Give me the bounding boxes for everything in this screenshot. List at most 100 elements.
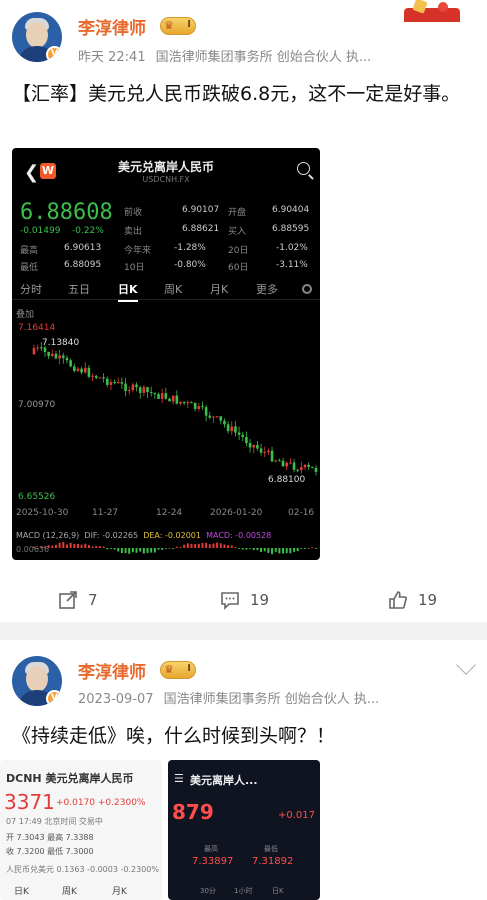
macd-bar: [150, 548, 153, 553]
x-date: 11-27: [92, 508, 119, 518]
x-date: 2026-01-20: [210, 508, 263, 518]
candle-body: [281, 460, 285, 467]
macd-bar: [131, 548, 134, 553]
username[interactable]: 李淳律师: [78, 658, 146, 683]
macd-bar: [62, 542, 65, 548]
candle-body: [248, 442, 252, 448]
comment-button[interactable]: 19: [220, 586, 269, 614]
user-bio: 国浩律师集团事务所 创始合伙人 执...: [163, 692, 380, 707]
candle-body: [168, 398, 171, 402]
candle-body: [142, 387, 146, 393]
candle-body: [219, 416, 223, 421]
thumb-lo-label: 最低: [264, 845, 278, 853]
candle-body: [127, 390, 131, 392]
x-date: 12-24: [156, 508, 183, 518]
thumb-title: DCNH 美元兑离岸人民币: [6, 772, 134, 785]
candle-body: [124, 383, 127, 392]
crown-icon: ♛: [164, 19, 174, 32]
candle-body: [245, 437, 248, 443]
thumb-title: 美元离岸人...: [190, 774, 258, 787]
macd-bar: [58, 542, 61, 548]
member-level-badge[interactable]: ♛ I: [160, 661, 196, 679]
macd-bar: [282, 548, 285, 554]
macd-bar: [234, 547, 237, 548]
thumb-tab: 周K: [62, 887, 77, 897]
crown-icon: ♛: [164, 663, 174, 676]
candle-body: [105, 378, 109, 385]
member-level-badge[interactable]: ♛ I: [160, 17, 196, 35]
avatar[interactable]: V: [12, 12, 62, 62]
candle-body: [223, 420, 226, 425]
candle-body: [120, 382, 124, 384]
user-bio: 国浩律师集团事务所 创始合伙人 执...: [155, 50, 372, 65]
macd-bar: [179, 547, 182, 549]
candle-body: [296, 469, 299, 471]
macd-bar: [80, 544, 83, 548]
macd-bar: [201, 542, 204, 548]
macd-bar: [153, 548, 156, 553]
macd-bar: [238, 548, 241, 549]
x-date: 2025-10-30: [16, 508, 69, 518]
candle-body: [157, 394, 160, 399]
macd-bar: [208, 544, 211, 548]
macd-bar: [98, 546, 101, 548]
post-time: 昨天 22:41: [78, 50, 146, 65]
macd-bar: [230, 545, 233, 548]
thumb-tab: 1小时: [234, 887, 253, 895]
macd-bar: [186, 543, 189, 548]
festive-decoration-icon: [402, 0, 462, 26]
candle-body: [193, 402, 197, 410]
macd-bar: [161, 548, 164, 550]
candle-body: [47, 352, 50, 356]
repost-button[interactable]: 7: [58, 586, 98, 614]
candle-body: [76, 368, 80, 371]
candle-body: [131, 384, 135, 391]
post-meta: 2023-09-07 国浩律师集团事务所 创始合伙人 执...: [78, 688, 389, 707]
macd-bar: [190, 543, 193, 548]
thumb-row: 收 7.3200 最低 7.3000: [6, 847, 94, 856]
menu-icon: ☰: [174, 772, 184, 785]
macd-value: MACD: -0.00528: [206, 531, 272, 540]
candle-body: [54, 353, 58, 359]
candle-body: [215, 416, 219, 418]
macd-bar: [124, 548, 127, 554]
price-label-mid: 7.00970: [18, 400, 56, 410]
macd-bar: [245, 548, 248, 550]
comment-count: 19: [250, 591, 270, 609]
macd-bar: [128, 548, 131, 554]
candle-body: [102, 377, 105, 379]
thumb-price: 879: [172, 800, 214, 824]
candle-body: [182, 401, 186, 404]
stock-screenshot-image[interactable]: ❮ W 美元兑离岸人民币 USDCNH.FX 6.88608 -0.01499 …: [12, 148, 320, 560]
candle-body: [252, 444, 256, 448]
like-button[interactable]: 19: [388, 586, 437, 614]
macd-bar: [76, 543, 79, 548]
post-image-thumbnail[interactable]: DCNH 美元兑离岸人民币 3371 +0.0170 +0.2300% 07 1…: [0, 760, 162, 900]
macd-bar: [175, 546, 178, 548]
candle-body: [149, 392, 153, 394]
candle-body: [292, 462, 296, 470]
chevron-down-icon[interactable]: [456, 655, 476, 675]
candle-body: [113, 382, 116, 384]
macd-bar: [205, 542, 208, 548]
macd-bar: [168, 547, 171, 549]
candle-body: [212, 416, 215, 418]
macd-bar: [274, 548, 277, 552]
username[interactable]: 李淳律师: [78, 14, 146, 39]
candle-body: [32, 348, 36, 355]
x-date: 02-16: [288, 508, 315, 518]
macd-dea: DEA: -0.02001: [143, 531, 201, 540]
candle-body: [234, 426, 237, 433]
candle-body: [274, 460, 278, 462]
post-image-thumbnail[interactable]: ☰ 美元离岸人... 879 +0.017 最高 最低 7.33897 7.31…: [168, 760, 320, 900]
macd-bar: [172, 548, 175, 549]
macd-bar: [139, 548, 142, 552]
avatar[interactable]: V: [12, 656, 62, 706]
macd-bar: [263, 548, 266, 552]
macd-bar: [256, 548, 259, 551]
post-text: 《持续走低》唉，什么时候到头啊？！: [12, 725, 336, 747]
macd-bar: [87, 545, 90, 548]
candle-body: [303, 464, 307, 468]
macd-indicator: MACD (12,26,9) DIF: -0.02265 DEA: -0.020…: [16, 531, 271, 540]
thumb-change: +0.017: [278, 810, 316, 821]
